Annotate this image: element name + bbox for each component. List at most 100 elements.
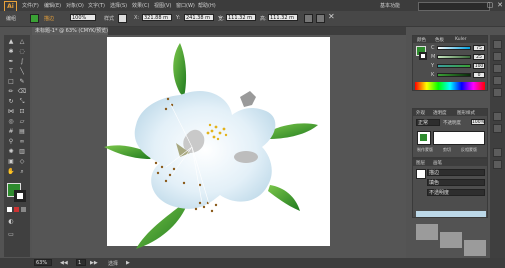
- workspace-switcher[interactable]: 基本功能: [380, 2, 400, 9]
- tab-brushes[interactable]: 画笔: [433, 160, 442, 166]
- channel-m-value[interactable]: 25: [473, 54, 485, 60]
- lasso-tool-icon[interactable]: ◌: [17, 47, 27, 56]
- menu-file[interactable]: 文件(F): [22, 2, 39, 9]
- dock-color-icon[interactable]: [493, 40, 502, 49]
- style-swatch[interactable]: [118, 14, 127, 23]
- invert-mask-checkbox[interactable]: 反相蒙版: [461, 147, 477, 153]
- search-input[interactable]: [418, 2, 490, 11]
- line-tool-icon[interactable]: ╲: [17, 67, 27, 76]
- fill-swatch[interactable]: [30, 14, 39, 23]
- dock-transparency-icon[interactable]: [493, 124, 502, 133]
- pencil-tool-icon[interactable]: ✏: [6, 87, 16, 96]
- dock-brushes-icon[interactable]: [493, 64, 502, 73]
- menu-select[interactable]: 选择(S): [110, 2, 127, 9]
- opacity-value[interactable]: 100%: [471, 119, 485, 125]
- gradient-tool-icon[interactable]: ▤: [17, 127, 27, 136]
- close-x-icon[interactable]: ✕: [328, 12, 335, 21]
- opacity-mask-preview[interactable]: [433, 131, 485, 145]
- mask-thumbnail[interactable]: [417, 131, 431, 145]
- gradient-mode-icon[interactable]: [21, 207, 26, 212]
- screen-mode-icon[interactable]: ▭: [6, 230, 16, 239]
- tab-layers[interactable]: 图层: [416, 160, 425, 166]
- align-icon[interactable]: [304, 14, 313, 23]
- direct-selection-tool-icon[interactable]: △: [17, 37, 27, 46]
- eyedropper-tool-icon[interactable]: ⚲: [6, 137, 16, 146]
- width-field[interactable]: 111.32 m: [226, 14, 256, 21]
- nav-last-icon[interactable]: ▶▶: [90, 260, 98, 266]
- shape-builder-tool-icon[interactable]: ◎: [6, 117, 16, 126]
- lily-artwork[interactable]: [80, 35, 410, 258]
- close-button[interactable]: ✕: [495, 1, 505, 10]
- channel-c-slider[interactable]: [437, 46, 471, 50]
- color-spectrum[interactable]: [415, 82, 485, 90]
- rotate-tool-icon[interactable]: ↻: [6, 97, 16, 106]
- free-transform-tool-icon[interactable]: ⊡: [17, 107, 27, 116]
- menu-window[interactable]: 窗口(W): [176, 2, 195, 9]
- status-arrow-icon[interactable]: ▶: [126, 260, 130, 266]
- tab-color[interactable]: 颜色: [417, 37, 426, 43]
- dock-stroke-icon[interactable]: [493, 88, 502, 97]
- menu-edit[interactable]: 编辑(E): [44, 2, 61, 9]
- height-field[interactable]: 111.32 m: [268, 14, 298, 21]
- none-mode-icon[interactable]: [14, 207, 19, 212]
- menu-effect[interactable]: 效果(C): [132, 2, 149, 9]
- menu-view[interactable]: 视图(V): [154, 2, 171, 9]
- symbol-sprayer-tool-icon[interactable]: ✺: [6, 147, 16, 156]
- menu-object[interactable]: 对象(O): [66, 2, 84, 9]
- dock-layers-icon[interactable]: [493, 148, 502, 157]
- artboard-tool-icon[interactable]: ▣: [6, 157, 16, 166]
- color-mode-icon[interactable]: [7, 207, 12, 212]
- channel-y-value[interactable]: 100: [473, 63, 485, 69]
- clip-checkbox[interactable]: 剪切: [443, 147, 451, 153]
- dock-swatches-icon[interactable]: [493, 52, 502, 61]
- tab-kuler[interactable]: Kuler: [455, 37, 466, 42]
- channel-k-value[interactable]: 0: [473, 72, 485, 78]
- curvature-tool-icon[interactable]: ∫: [17, 57, 27, 66]
- channel-y-slider[interactable]: [437, 64, 471, 68]
- draw-mode-icon[interactable]: ◐: [6, 217, 16, 226]
- width-tool-icon[interactable]: ⋈: [6, 107, 16, 116]
- magic-wand-tool-icon[interactable]: ✱: [6, 47, 16, 56]
- transform-icon[interactable]: [316, 14, 325, 23]
- scale-tool-icon[interactable]: ⤡: [17, 97, 27, 106]
- perspective-tool-icon[interactable]: ▱: [17, 117, 27, 126]
- x-field[interactable]: 321.88 m: [142, 14, 172, 21]
- tab-swatches[interactable]: 色板: [435, 37, 444, 43]
- pen-tool-icon[interactable]: ✒: [6, 57, 16, 66]
- layer-row-1[interactable]: 描边: [427, 169, 485, 176]
- eraser-tool-icon[interactable]: ⌫: [17, 87, 27, 96]
- channel-c-value[interactable]: 75: [473, 45, 485, 51]
- zoom-field[interactable]: 63%: [34, 259, 52, 266]
- menu-help[interactable]: 帮助(H): [198, 2, 216, 9]
- layer-row-3[interactable]: 不透明度: [427, 189, 485, 196]
- maximize-button[interactable]: ▢: [485, 1, 495, 10]
- blend-mode-select[interactable]: 正常: [416, 119, 440, 126]
- mesh-tool-icon[interactable]: #: [6, 127, 16, 136]
- tab-appearance[interactable]: 外观: [416, 110, 425, 116]
- zoom-tool-icon[interactable]: ⌕: [17, 167, 27, 176]
- page-field[interactable]: 1: [76, 259, 86, 266]
- channel-m-slider[interactable]: [437, 55, 471, 59]
- dock-symbols-icon[interactable]: [493, 76, 502, 85]
- tab-graphic-styles[interactable]: 图形样式: [457, 110, 475, 116]
- menu-type[interactable]: 文字(T): [88, 2, 105, 9]
- stroke-label[interactable]: 描边: [44, 15, 54, 22]
- stroke-color-swatch[interactable]: [14, 190, 26, 202]
- document-tab[interactable]: 未标题-1* @ 63% (CMYK/预览): [32, 27, 108, 35]
- nav-first-icon[interactable]: ◀◀: [60, 260, 68, 266]
- layer-thumbnail[interactable]: [416, 169, 426, 179]
- rectangle-tool-icon[interactable]: □: [6, 77, 16, 86]
- layer-row-2[interactable]: 填色: [427, 179, 485, 186]
- dock-artboards-icon[interactable]: [493, 160, 502, 169]
- channel-k-slider[interactable]: [437, 73, 471, 77]
- graph-tool-icon[interactable]: ▥: [17, 147, 27, 156]
- paintbrush-tool-icon[interactable]: ✎: [17, 77, 27, 86]
- selection-tool-icon[interactable]: ▲: [6, 37, 16, 46]
- dock-gradient-icon[interactable]: [493, 112, 502, 121]
- y-field[interactable]: 241.38 m: [184, 14, 214, 21]
- opacity-field[interactable]: 100%: [70, 14, 96, 21]
- hand-tool-icon[interactable]: ✋: [6, 167, 16, 176]
- panel-stroke-swatch[interactable]: [419, 52, 427, 60]
- type-tool-icon[interactable]: T: [6, 67, 16, 76]
- make-mask-button[interactable]: 制作蒙版: [417, 147, 433, 153]
